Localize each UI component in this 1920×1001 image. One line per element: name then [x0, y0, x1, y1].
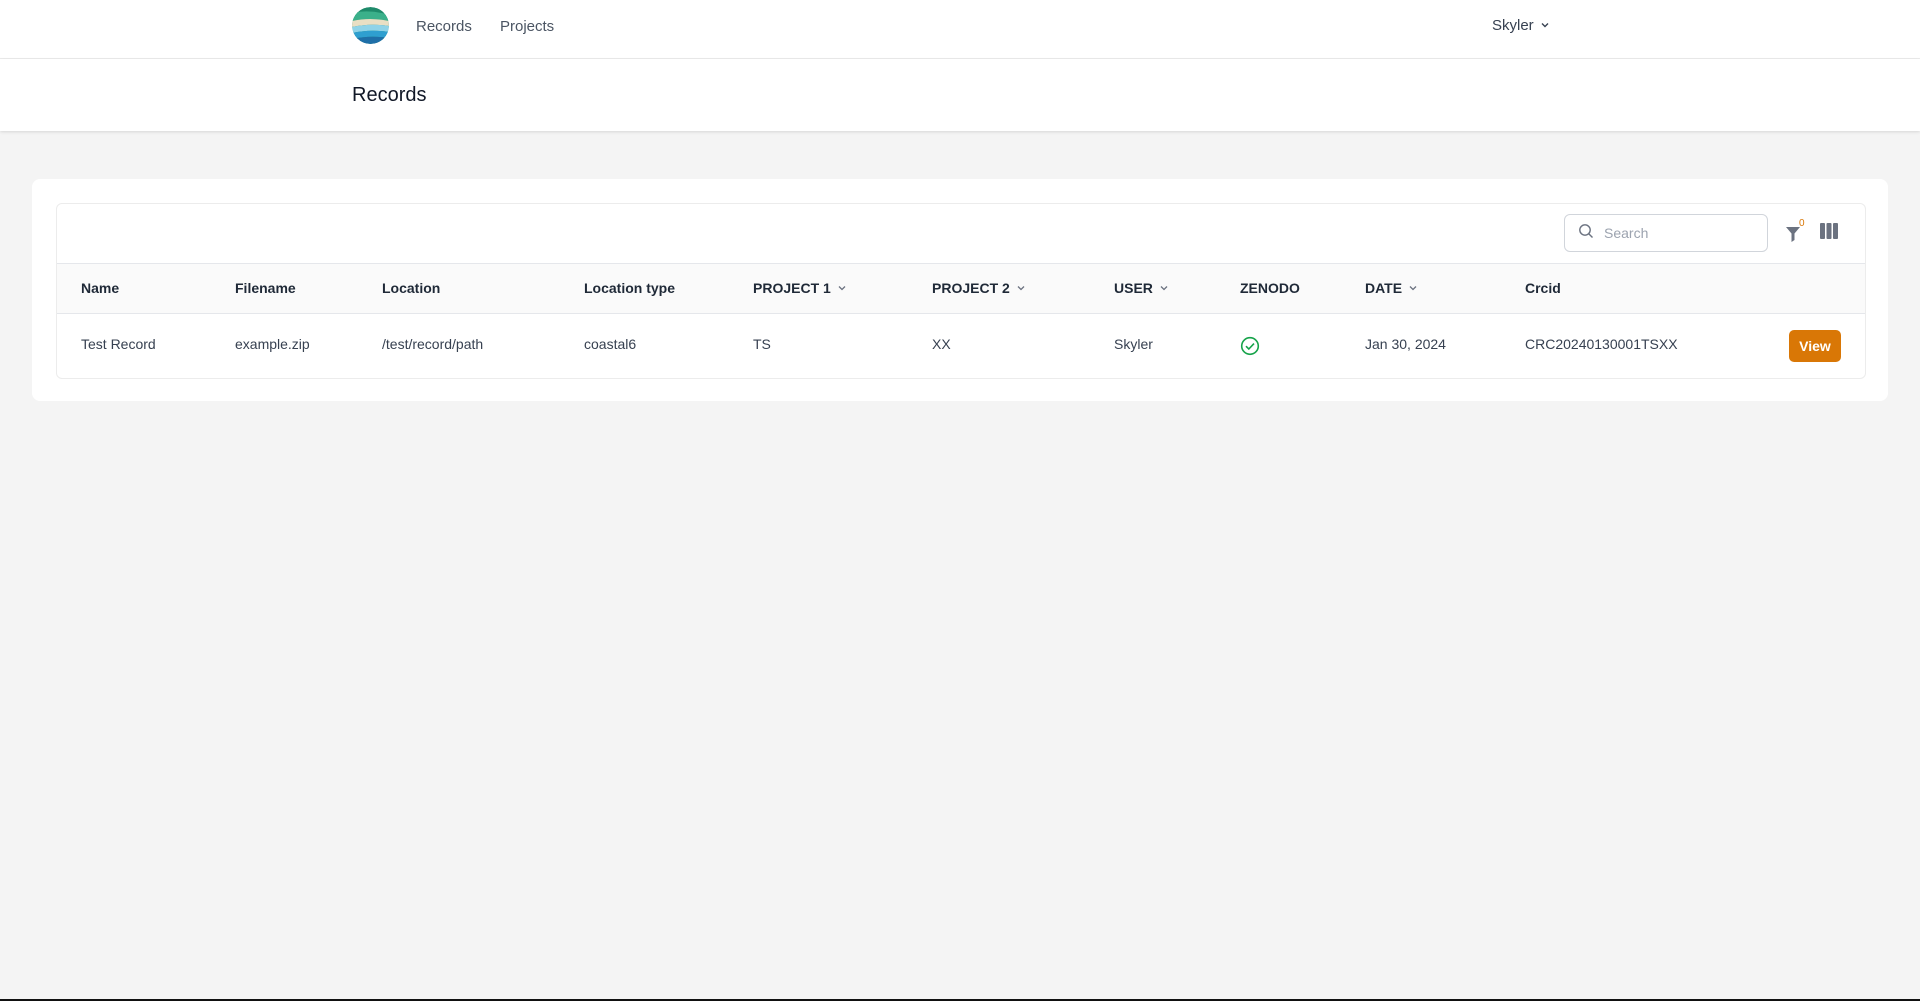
cell-crcid: CRC20240130001TSXX — [1525, 336, 1678, 352]
chevron-down-icon — [1408, 280, 1418, 296]
cell-project1: TS — [753, 336, 771, 352]
table-toolbar: 0 — [57, 204, 1865, 264]
column-header-location-type: Location type — [584, 280, 676, 296]
ocean-globe-logo[interactable] — [352, 7, 389, 44]
nav-link-records[interactable]: Records — [416, 18, 472, 35]
search-icon — [1565, 223, 1594, 244]
column-header-project1[interactable]: PROJECT 1 — [753, 280, 847, 296]
chevron-down-icon — [1540, 17, 1550, 34]
user-name: Skyler — [1492, 17, 1534, 34]
filter-button[interactable]: 0 — [1785, 218, 1807, 245]
column-header-project2[interactable]: PROJECT 2 — [932, 280, 1026, 296]
column-header-location: Location — [382, 280, 441, 296]
records-table: 0 Name Filename Location Location type P… — [56, 203, 1866, 379]
view-button[interactable]: View — [1789, 330, 1841, 362]
cell-location: /test/record/path — [382, 336, 484, 352]
column-header-filename: Filename — [235, 280, 296, 296]
user-menu[interactable]: Skyler — [1492, 17, 1550, 34]
table-row: Test Record example.zip /test/record/pat… — [57, 314, 1865, 377]
cell-project2: XX — [932, 336, 951, 352]
filter-count-badge: 0 — [1799, 218, 1805, 229]
column-header-zenodo: ZENODO — [1240, 280, 1300, 296]
cell-date: Jan 30, 2024 — [1365, 336, 1446, 352]
column-header-date[interactable]: DATE — [1365, 280, 1418, 296]
cell-user: Skyler — [1114, 336, 1153, 352]
nav-link-projects[interactable]: Projects — [500, 18, 554, 35]
records-card: 0 Name Filename Location Location type P… — [32, 179, 1888, 401]
table-header: Name Filename Location Location type PRO… — [57, 264, 1865, 314]
page-title: Records — [352, 84, 427, 106]
chevron-down-icon — [1016, 280, 1026, 296]
check-circle-icon — [1240, 336, 1260, 359]
columns-button[interactable] — [1820, 223, 1838, 239]
search-box[interactable] — [1564, 214, 1768, 252]
column-header-user[interactable]: USER — [1114, 280, 1169, 296]
top-navigation: Records Projects Skyler — [0, 0, 1920, 59]
column-header-crcid: Crcid — [1525, 280, 1561, 296]
cell-filename: example.zip — [235, 336, 310, 352]
column-header-name: Name — [81, 280, 120, 296]
page-header: Records — [0, 59, 1920, 131]
chevron-down-icon — [837, 280, 847, 296]
search-input[interactable] — [1602, 224, 1756, 242]
cell-name: Test Record — [81, 336, 156, 352]
chevron-down-icon — [1159, 280, 1169, 296]
columns-icon — [1820, 223, 1838, 243]
cell-location-type: coastal6 — [584, 336, 637, 352]
